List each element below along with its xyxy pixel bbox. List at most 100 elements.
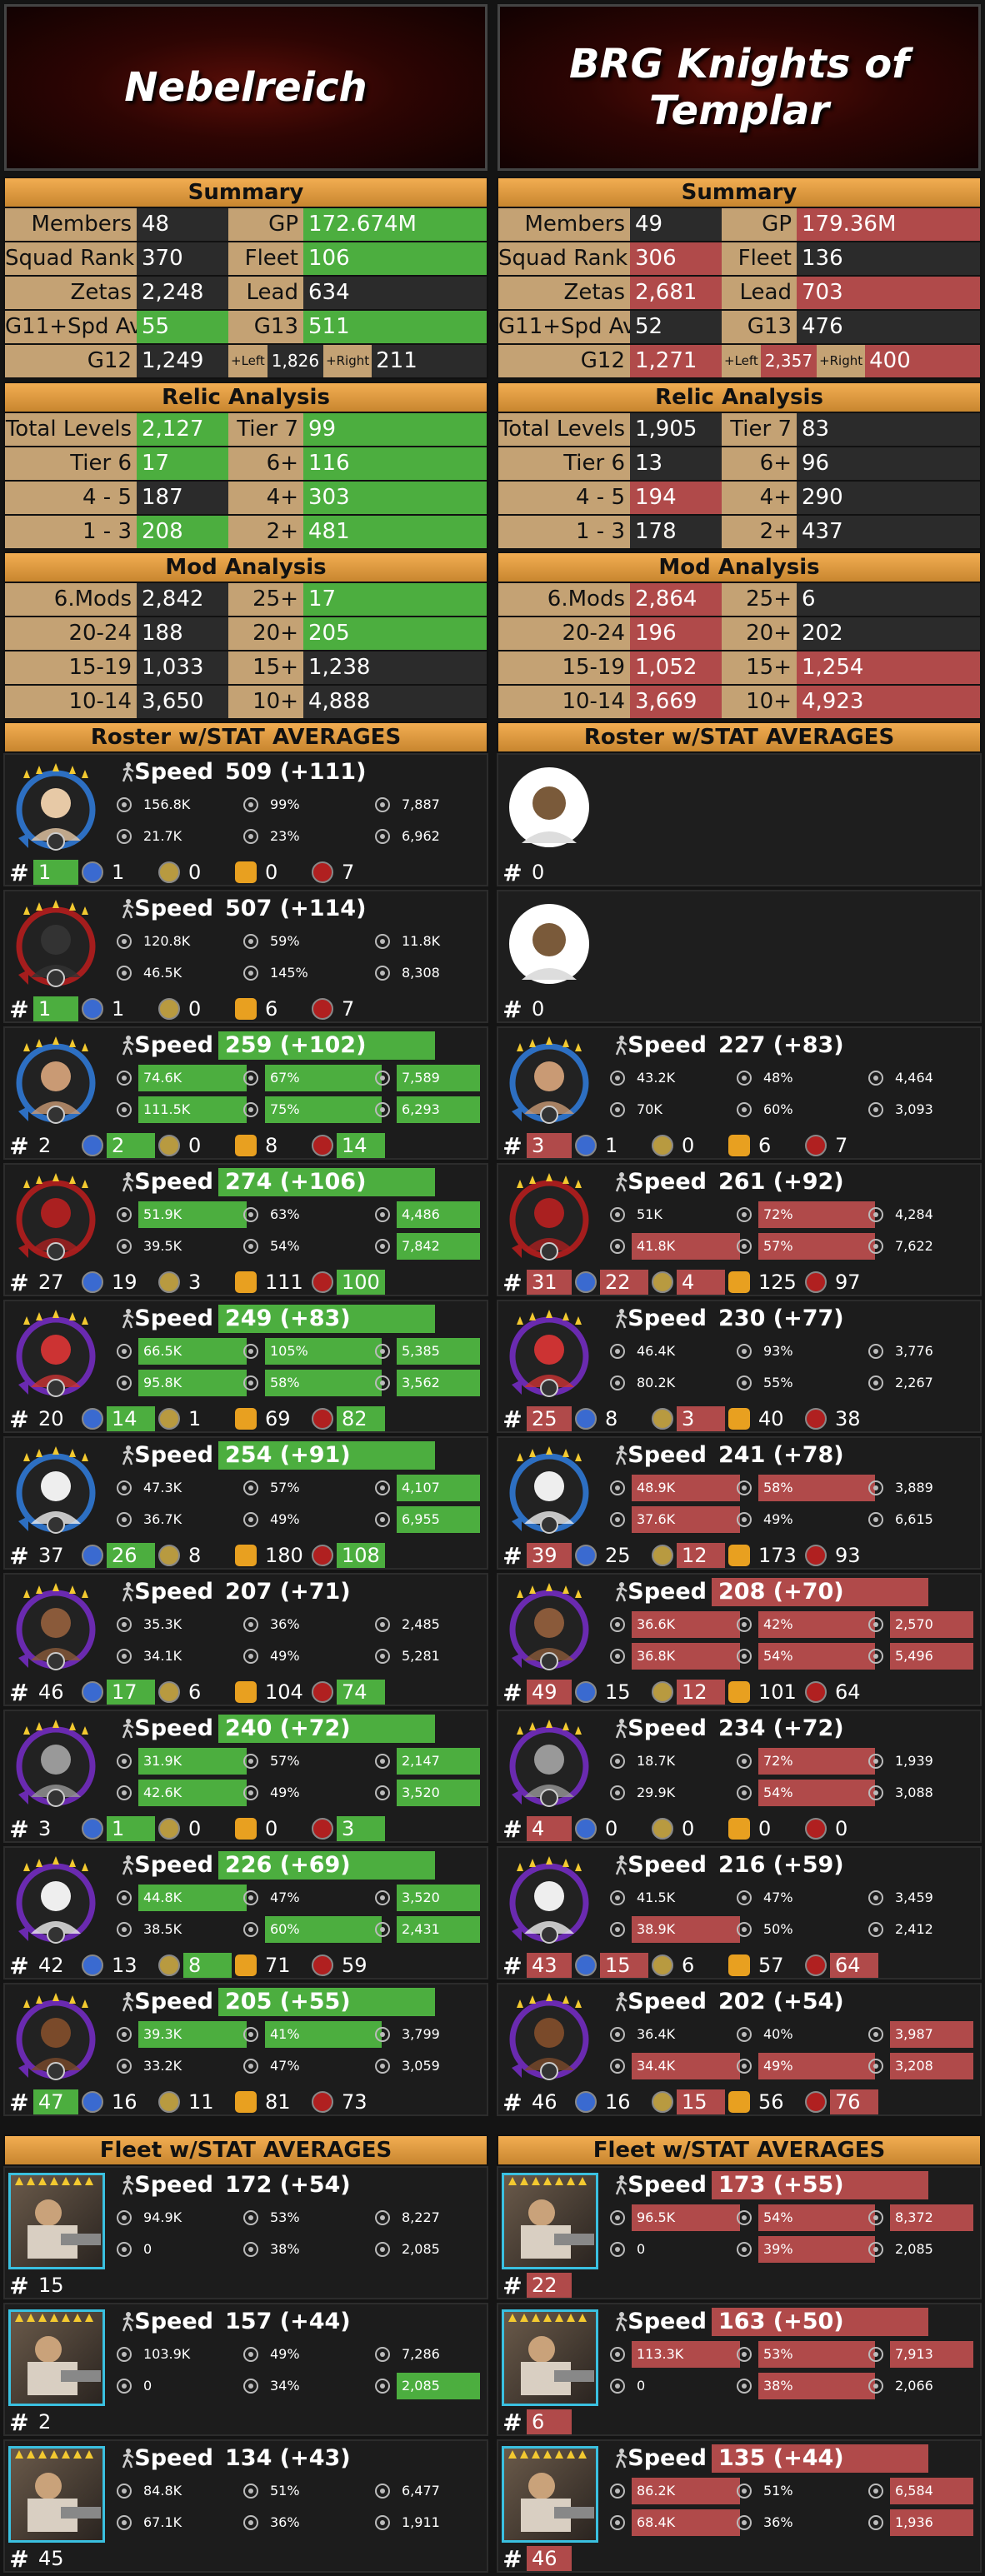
physical-damage-icon [373, 2482, 392, 2500]
phys-value: 4,284 [895, 1206, 933, 1222]
pot-value: 36% [270, 2514, 300, 2530]
stat-row: Members 49 GP 179.36M [498, 207, 980, 241]
stat-row: 15-19 1,052 15+ 1,254 [498, 650, 980, 684]
hp-value: 43.2K [637, 1070, 676, 1086]
hash-label: # [502, 2544, 522, 2573]
health-icon [115, 2209, 133, 2227]
protection-icon [608, 2377, 627, 2395]
members-label: Members [5, 208, 137, 241]
relic-level-icon [312, 1271, 333, 1293]
roster-unit-card: Speed 240 (+72) 31.9K 42.6K 57% 49% 2,147 3,520… [3, 1710, 488, 1843]
f1-value: 1 [107, 1816, 155, 1841]
trooper-portrait [503, 1308, 595, 1400]
mod-section-header: Mod Analysis [498, 553, 980, 582]
unit-footer: #49 15 12 101 64 [498, 1678, 983, 1706]
hash-label: # [502, 1268, 522, 1296]
four_plus-label: 4+ [228, 482, 303, 514]
f1-value: 1 [112, 861, 125, 884]
unit-count: 0 [532, 997, 545, 1021]
roster-unit-card: Speed 202 (+54) 36.4K 34.4K 40% 49% 3,987 3,208… [497, 1983, 982, 2116]
spec-value: 6,955 [397, 1506, 480, 1533]
speed-icon [115, 2173, 138, 2196]
speed-row: Speed 226 (+69) [110, 1851, 435, 1880]
health-icon [608, 1479, 627, 1497]
roster-footer: #0 [498, 995, 983, 1023]
speed-value: 157 (+44) [225, 2309, 351, 2334]
physical-damage-icon [373, 1889, 392, 1907]
phys-value: 8,372 [890, 2204, 973, 2231]
speed-icon [608, 1443, 632, 1466]
speed-row: Speed 202 (+54) [603, 1988, 928, 2016]
gear-level-icon [728, 1545, 750, 1566]
roster-section: Roster w/STAT AVERAGES [497, 721, 982, 753]
f1-value: 1 [605, 1134, 618, 1157]
speed-icon [115, 1580, 138, 1603]
f4-value: 93 [835, 1544, 861, 1567]
physical-damage-icon [867, 2025, 885, 2044]
f4-value: 7 [835, 1134, 848, 1157]
speed-row: Speed 249 (+83) [110, 1305, 435, 1333]
crit-chance-icon [735, 1615, 753, 1634]
physical-damage-icon [373, 1342, 392, 1360]
special-damage-icon [373, 1374, 392, 1392]
speed-row: Speed 240 (+72) [110, 1715, 435, 1743]
zeta-ability-icon [82, 998, 103, 1020]
cc-value: 63% [270, 1206, 300, 1222]
crit-chance-icon [242, 2345, 260, 2364]
f4-value: 0 [835, 1817, 848, 1840]
prot-value: 21.7K [143, 828, 182, 844]
phys-value: 3,987 [890, 2021, 973, 2048]
speed-icon [115, 2446, 138, 2469]
empty-roster-slot: #0 [497, 753, 982, 886]
spec-value: 2,085 [895, 2241, 933, 2257]
fleet-label: Fleet [722, 242, 797, 275]
stat-row: Total Levels 2,127 Tier 7 99 [5, 412, 487, 446]
hp-value: 51.9K [138, 1201, 247, 1228]
g13-label: G13 [228, 311, 303, 343]
total_levels-label: Total Levels [5, 413, 137, 446]
gear-level-icon [728, 1408, 750, 1430]
special-damage-icon [867, 1237, 885, 1256]
stat-row: 10-14 3,669 10+ 4,923 [498, 684, 980, 718]
protection-icon [608, 1784, 627, 1802]
f3-value: 6 [758, 1134, 772, 1157]
cc-value: 57% [270, 1480, 300, 1495]
f4-value: 64 [830, 1953, 878, 1978]
p10-value: 4,888 [303, 686, 487, 718]
unit-count: 2 [38, 1134, 52, 1157]
two_plus-label: 2+ [722, 516, 797, 548]
unit-count: 31 [527, 1270, 572, 1295]
f3-value: 180 [265, 1544, 303, 1567]
total_levels-value: 2,127 [137, 413, 228, 446]
cc-value: 67% [265, 1065, 382, 1091]
potency-icon [242, 2377, 260, 2395]
hash-label: # [502, 2408, 522, 2436]
stat-row: 4 - 5 194 4+ 290 [498, 480, 980, 514]
hash-label: # [502, 1131, 522, 1160]
potency-icon [242, 827, 260, 846]
hash-label: # [9, 2088, 29, 2116]
cc-value: 49% [270, 2346, 300, 2362]
f4-value: 7 [342, 997, 355, 1021]
potency-icon [242, 1784, 260, 1802]
roster-unit-card: Speed 226 (+69) 44.8K 38.5K 47% 60% 3,520 2,431… [3, 1846, 488, 1979]
p15-value: 1,254 [797, 651, 980, 684]
zetas-label: Zetas [498, 277, 630, 309]
cc-value: 59% [270, 933, 300, 949]
speed-icon [115, 1443, 138, 1466]
f1-value: 25 [605, 1544, 631, 1567]
spec-value: 2,066 [895, 2378, 933, 2394]
f2-value: 12 [677, 1680, 725, 1705]
pot-value: 60% [265, 1916, 382, 1943]
cc-value: 53% [758, 2341, 875, 2368]
unit-footer: #37 26 8 180 108 [5, 1541, 490, 1570]
cc-value: 41% [265, 2021, 382, 2048]
health-icon [608, 2025, 627, 2044]
physical-damage-icon [867, 2482, 885, 2500]
hash-label: # [502, 858, 522, 886]
prot-value: 0 [637, 2378, 646, 2394]
f4-value: 59 [342, 1954, 368, 1977]
gear-level-icon [235, 998, 257, 1020]
potency-icon [735, 2514, 753, 2532]
health-icon [115, 932, 133, 951]
